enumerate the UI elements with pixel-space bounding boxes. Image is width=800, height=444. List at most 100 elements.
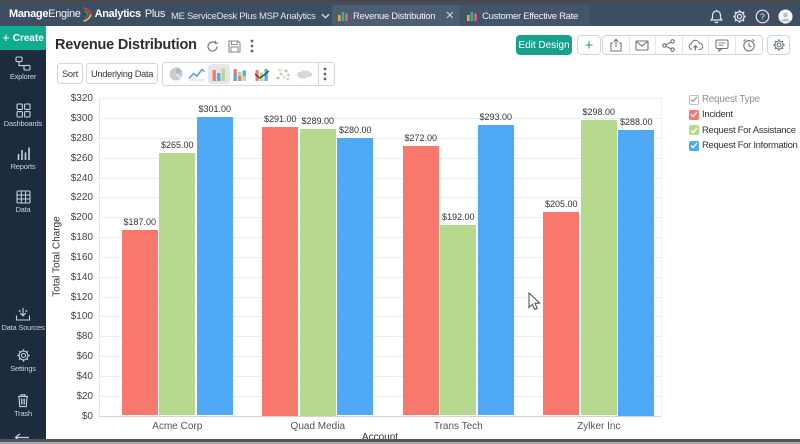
underlying-data-button[interactable]: Underlying Data xyxy=(86,63,159,84)
chart-type-stacked-bar-button[interactable] xyxy=(230,64,252,84)
bar-request-for-information-trans-tech[interactable] xyxy=(477,125,514,416)
report-title-icons xyxy=(206,39,254,53)
refresh-icon[interactable] xyxy=(206,40,219,53)
bar-incident-zylker-inc[interactable] xyxy=(543,212,580,416)
legend-item-request-for-information[interactable]: Request For Information xyxy=(689,140,798,151)
kebab-icon xyxy=(323,67,327,81)
legend-item-checkbox[interactable] xyxy=(689,140,699,151)
chart-type-bar-button[interactable] xyxy=(208,64,230,84)
analytics-plus-app: Manage Engine Analytics Plus ME ServiceDes… xyxy=(0,0,800,444)
bar-chart: $0 $20 $40 $60 $80 $100 $120 $140 $160 $180 $200 $2… xyxy=(46,89,800,443)
sidebar-item-label: Data Sources xyxy=(1,323,45,332)
svg-text:?: ? xyxy=(760,11,765,21)
edit-design-button[interactable]: Edit Design xyxy=(516,35,572,55)
legend-header-checkbox[interactable] xyxy=(689,94,699,105)
share-button[interactable] xyxy=(656,36,683,54)
mail-button[interactable] xyxy=(630,36,656,54)
chart-type-pie-button[interactable] xyxy=(165,64,187,84)
chart-type-map-button[interactable] xyxy=(294,64,316,84)
chart-type-switcher xyxy=(162,62,335,86)
y-axis-line xyxy=(99,98,100,416)
export-button[interactable] xyxy=(603,36,630,54)
bar-request-for-assistance-acme-corp[interactable] xyxy=(159,152,196,416)
settings-icon xyxy=(0,348,46,363)
tab-close-icon[interactable]: ✕ xyxy=(445,11,454,22)
gridline xyxy=(99,98,661,100)
bar-incident-trans-tech[interactable] xyxy=(402,145,439,416)
bar-incident-quad-media[interactable] xyxy=(262,127,299,416)
sidebar-item-data[interactable]: Data xyxy=(0,190,46,214)
bar-request-for-information-acme-corp[interactable] xyxy=(196,117,233,416)
cloud-upload-button[interactable] xyxy=(683,36,709,54)
mail-icon xyxy=(635,39,649,51)
sidebar-item-label: Reports xyxy=(10,162,36,171)
sidebar-item-dashboards[interactable]: Dashboards xyxy=(0,103,46,128)
cloud-upload-icon xyxy=(688,39,703,51)
report-tab-icon xyxy=(467,11,477,22)
sidebar-item-settings[interactable]: Settings xyxy=(0,348,46,373)
y-axis-tick-label: $280 xyxy=(70,132,93,144)
legend-item-checkbox[interactable] xyxy=(689,125,699,136)
bar-value-label: $298.00 xyxy=(582,107,616,118)
data-icon xyxy=(0,190,46,204)
plot-right-edge xyxy=(661,98,662,416)
tab-strip: Revenue Distribution ✕ Customer Effective … xyxy=(332,4,590,28)
bar-incident-acme-corp[interactable] xyxy=(121,230,158,416)
sidebar-item-label: Settings xyxy=(10,364,36,373)
sidebar-item-label: Dashboards xyxy=(3,119,43,128)
chart-type-line-button[interactable] xyxy=(187,64,209,84)
alarm-button[interactable] xyxy=(736,36,763,54)
alarm-icon xyxy=(742,38,756,52)
plus-icon: + xyxy=(2,30,10,45)
tab-revenue-distribution[interactable]: Revenue Distribution ✕ xyxy=(332,5,461,28)
chart-type-combo-button[interactable] xyxy=(251,64,273,84)
gridline xyxy=(99,415,661,417)
sidebar-item-explorer[interactable]: Explorer xyxy=(0,56,46,81)
legend-item-incident[interactable]: Incident xyxy=(689,109,798,120)
bar-request-for-assistance-trans-tech[interactable] xyxy=(440,225,477,416)
legend-header[interactable]: Request Type xyxy=(689,94,798,105)
report-title: Revenue Distribution xyxy=(55,37,197,53)
sidebar-item-data-sources[interactable]: Data Sources xyxy=(0,307,46,332)
sidebar: + Create Explorer Dashboards Reports Data Da… xyxy=(0,26,46,442)
y-axis-tick-label: $100 xyxy=(70,311,93,323)
tab-customer-effective-rate[interactable]: Customer Effective Rate xyxy=(461,5,590,28)
notifications-icon[interactable] xyxy=(709,8,724,24)
chart-type-more-button[interactable] xyxy=(317,62,332,86)
y-axis-tick-label: $60 xyxy=(76,351,93,362)
legend-item-checkbox[interactable] xyxy=(689,109,699,120)
user-avatar[interactable] xyxy=(778,8,793,24)
y-axis-title: Total Total Charge xyxy=(51,216,63,297)
y-axis-tick-label: $260 xyxy=(70,152,93,164)
bar-chart-icon xyxy=(211,67,227,82)
comment-button[interactable] xyxy=(709,36,736,54)
legend-item-label: Request For Information xyxy=(702,140,798,152)
bar-request-for-assistance-quad-media[interactable] xyxy=(299,129,336,416)
bar-request-for-information-zylker-inc[interactable] xyxy=(618,130,655,416)
data-sources-icon xyxy=(0,307,46,322)
chart-type-scatter-button[interactable] xyxy=(273,64,295,84)
save-icon[interactable] xyxy=(228,39,241,53)
kebab-icon[interactable] xyxy=(250,39,254,53)
sidebar-item-trash[interactable]: Trash xyxy=(0,393,46,418)
logo-text-manage: Manage xyxy=(9,8,49,20)
create-button[interactable]: + Create xyxy=(0,26,46,50)
bar-request-for-assistance-zylker-inc[interactable] xyxy=(580,120,617,416)
x-axis-category-label: Zylker Inc xyxy=(577,421,621,432)
workspace-selector[interactable]: ME ServiceDesk Plus MSP Analytics xyxy=(171,4,330,28)
stacked-bar-chart-icon xyxy=(232,67,248,82)
sort-button[interactable]: Sort xyxy=(57,63,83,84)
legend-item-request-for-assistance[interactable]: Request For Assistance xyxy=(689,125,798,136)
sidebar-item-reports[interactable]: Reports xyxy=(0,146,46,171)
add-button[interactable]: + xyxy=(577,35,601,55)
bar-request-for-information-quad-media[interactable] xyxy=(337,137,374,416)
create-button-label: Create xyxy=(12,32,44,44)
bar-value-label: $272.00 xyxy=(404,132,438,143)
help-icon[interactable]: ? xyxy=(755,8,770,24)
mouse-cursor xyxy=(528,292,541,311)
bar-value-label: $301.00 xyxy=(198,104,232,115)
settings-icon[interactable] xyxy=(732,8,747,24)
bar-value-label: $288.00 xyxy=(620,117,653,127)
report-settings-button[interactable] xyxy=(767,35,790,55)
legend-item-label: Incident xyxy=(702,109,733,121)
